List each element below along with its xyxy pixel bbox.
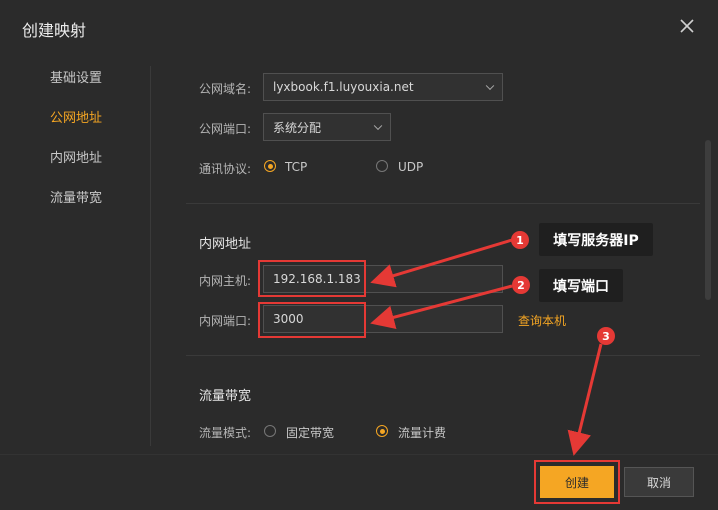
arrow-3 [567, 343, 603, 456]
sidebar-divider [150, 66, 151, 446]
sidebar-item-bandwidth[interactable]: 流量带宽 [50, 187, 102, 206]
lan-section-title: 内网地址 [199, 237, 252, 252]
chevron-down-icon [373, 121, 383, 131]
public-port-label: 公网端口: [199, 122, 252, 136]
lan-host-label: 内网主机: [199, 274, 252, 288]
public-port-select[interactable]: 系统分配 [263, 113, 391, 141]
bandwidth-section-title: 流量带宽 [199, 389, 252, 404]
public-domain-select[interactable]: lyxbook.f1.luyouxia.net [263, 73, 503, 101]
protocol-label: 通讯协议: [199, 162, 252, 176]
query-local-link[interactable]: 查询本机 [518, 312, 566, 329]
public-domain-value: lyxbook.f1.luyouxia.net [273, 80, 414, 94]
public-port-value: 系统分配 [273, 120, 322, 135]
highlight-lan-port [258, 302, 366, 338]
footer-divider [0, 454, 718, 455]
mode-traffic-radio[interactable] [376, 425, 388, 437]
create-mapping-dialog: 创建映射 基础设置 公网地址 内网地址 流量带宽 公网域名: lyxbook.f… [0, 0, 718, 510]
protocol-tcp-radio[interactable] [264, 160, 276, 172]
protocol-tcp-label[interactable]: TCP [285, 160, 307, 174]
mode-traffic-label[interactable]: 流量计费 [398, 424, 446, 441]
callout-server-ip: 填写服务器IP [539, 223, 653, 256]
protocol-udp-label[interactable]: UDP [398, 160, 423, 174]
bandwidth-mode-label: 流量模式: [199, 426, 252, 440]
sidebar-item-lan-address[interactable]: 内网地址 [50, 147, 102, 166]
step-badge-3: 3 [597, 327, 615, 345]
sidebar-item-basic-settings[interactable]: 基础设置 [50, 67, 102, 86]
highlight-lan-host [258, 260, 366, 297]
scrollbar-thumb[interactable] [705, 140, 711, 300]
chevron-down-icon [485, 81, 495, 91]
section-divider [186, 203, 700, 204]
dialog-title: 创建映射 [22, 21, 87, 40]
sidebar: 基础设置 公网地址 内网地址 流量带宽 [0, 55, 150, 445]
mode-fixed-radio[interactable] [264, 425, 276, 437]
lan-port-label: 内网端口: [199, 314, 252, 328]
highlight-create-button [534, 460, 620, 504]
protocol-udp-radio[interactable] [376, 160, 388, 172]
mode-fixed-label[interactable]: 固定带宽 [286, 424, 334, 441]
close-icon[interactable] [678, 17, 696, 35]
sidebar-item-public-address[interactable]: 公网地址 [50, 107, 102, 126]
public-domain-label: 公网域名: [199, 82, 252, 96]
step-badge-2: 2 [512, 276, 530, 294]
callout-port: 填写端口 [539, 269, 623, 302]
section-divider [186, 355, 700, 356]
cancel-button[interactable]: 取消 [624, 467, 694, 497]
step-badge-1: 1 [511, 231, 529, 249]
